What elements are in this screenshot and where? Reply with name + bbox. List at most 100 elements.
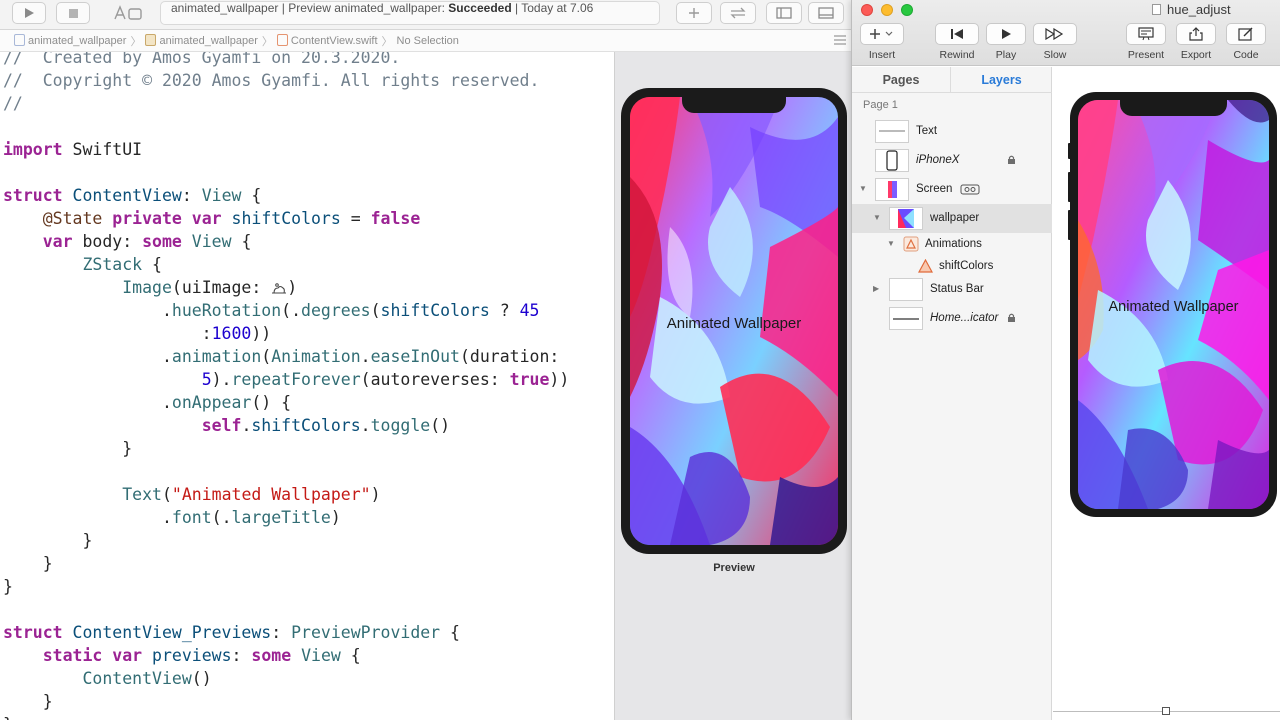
image-literal-icon — [272, 283, 287, 294]
insert-tool[interactable]: Insert — [859, 23, 905, 61]
disclosure-triangle-icon[interactable]: ▼ — [859, 184, 867, 193]
run-button[interactable] — [12, 2, 46, 24]
layer-name: Screen — [916, 183, 953, 195]
sketch-window: hue_adjust Insert Rewind Play Slow Prese… — [851, 0, 1280, 720]
resize-handle[interactable] — [1162, 707, 1170, 715]
minimize-window-button[interactable] — [881, 4, 893, 16]
layer-row-selected[interactable]: ▼ wallpaper — [852, 204, 1052, 233]
layer-thumbnail — [875, 178, 909, 201]
status-result: Succeeded — [448, 1, 512, 15]
layer-name: Animations — [925, 238, 982, 250]
play-button[interactable] — [986, 23, 1026, 45]
lock-icon[interactable] — [1007, 155, 1016, 164]
disclosure-triangle-icon[interactable]: ▼ — [887, 239, 895, 248]
layer-thumbnail — [875, 120, 909, 143]
export-tool[interactable]: Export — [1175, 23, 1217, 61]
tab-layers[interactable]: Layers — [952, 67, 1051, 93]
present-icon — [1138, 27, 1154, 41]
chevron-right-icon: 〉 — [261, 35, 273, 48]
tab-pages[interactable]: Pages — [852, 67, 951, 93]
code-button[interactable] — [1226, 23, 1266, 45]
play-tool[interactable]: Play — [985, 23, 1027, 61]
preview-screen[interactable]: Animated Wallpaper — [630, 97, 838, 545]
iphone-preview-device: Animated Wallpaper — [621, 88, 847, 554]
animations-group-icon — [903, 236, 919, 252]
layer-row[interactable]: Home...icator — [852, 304, 1052, 333]
swift-file-icon — [276, 34, 288, 46]
sketch-canvas[interactable]: Animated Wallpaper — [1053, 67, 1280, 720]
skip-back-icon — [951, 29, 963, 39]
layer-name: Text — [916, 125, 938, 137]
activity-status: animated_wallpaper | Preview animated_wa… — [160, 1, 660, 25]
stop-button[interactable] — [56, 2, 90, 24]
preview-label: Preview — [713, 562, 755, 574]
panel-tabs: Pages Layers — [852, 67, 1052, 93]
jump-bar-label: ContentView.swift — [290, 35, 378, 47]
layer-row[interactable]: ▼ Screen — [852, 175, 1052, 204]
artboard-screen[interactable]: Animated Wallpaper — [1078, 100, 1269, 509]
app-icon — [114, 5, 142, 20]
present-tool[interactable]: Present — [1125, 23, 1167, 61]
play-label: Play — [995, 49, 1017, 61]
scheme-selector[interactable] — [100, 2, 156, 24]
xcode-toolbar: animated_wallpaper | Preview animated_wa… — [0, 0, 852, 30]
desktop: animated_wallpaper | Preview animated_wa… — [0, 0, 1280, 720]
layer-name: Home...icator — [930, 312, 999, 324]
export-button[interactable] — [1176, 23, 1216, 45]
present-button[interactable] — [1126, 23, 1166, 45]
xcode-window: animated_wallpaper | Preview animated_wa… — [0, 0, 852, 720]
preview-overlay-text: Animated Wallpaper — [666, 315, 802, 332]
device-notch — [682, 97, 786, 113]
document-icon — [1152, 4, 1161, 15]
stop-icon — [68, 8, 78, 18]
folder-icon — [145, 34, 157, 46]
close-window-button[interactable] — [861, 4, 873, 16]
source-code[interactable]: // Created by Amos Gyamfi on 20.3.2020. … — [3, 52, 569, 720]
code-review-button[interactable] — [720, 2, 756, 24]
layer-row[interactable]: Text — [852, 117, 1052, 146]
layer-thumbnail — [889, 278, 923, 301]
slow-motion-icon — [1045, 28, 1064, 40]
jump-bar-group[interactable]: animated_wallpaper — [145, 34, 258, 47]
jump-bar-symbol[interactable]: No Selection — [397, 35, 459, 47]
library-button[interactable] — [676, 2, 712, 24]
slow-button[interactable] — [1033, 23, 1077, 45]
plus-icon — [689, 8, 699, 18]
code-tool[interactable]: Code — [1225, 23, 1267, 61]
toggle-debug-button[interactable] — [808, 2, 844, 24]
swap-arrows-icon — [730, 7, 746, 19]
zoom-window-button[interactable] — [901, 4, 913, 16]
layer-row[interactable]: ▶ Status Bar — [852, 275, 1052, 304]
jump-bar-project[interactable]: animated_wallpaper — [14, 34, 126, 47]
share-icon — [1189, 27, 1203, 41]
status-action: Preview animated_wallpaper: — [288, 1, 445, 15]
code-editor[interactable]: // Created by Amos Gyamfi on 20.3.2020. … — [0, 52, 614, 720]
list-icon[interactable] — [833, 34, 847, 49]
insert-button[interactable] — [860, 23, 904, 45]
layer-thumbnail — [875, 149, 909, 172]
slow-label: Slow — [1043, 49, 1067, 61]
preview-canvas[interactable]: Animated Wallpaper Preview — [614, 52, 852, 720]
canvas-overlay-text: Animated Wallpaper — [1108, 299, 1239, 315]
disclosure-triangle-icon[interactable]: ▼ — [873, 213, 881, 222]
code-label: Code — [1233, 49, 1259, 61]
plus-icon — [870, 29, 893, 39]
rewind-button[interactable] — [935, 23, 979, 45]
rewind-tool[interactable]: Rewind — [935, 23, 979, 61]
jump-bar-label: animated_wallpaper — [28, 35, 127, 47]
disclosure-triangle-right-icon[interactable]: ▶ — [873, 284, 879, 293]
jump-bar-file[interactable]: ContentView.swift — [276, 34, 378, 47]
page-name[interactable]: Page 1 — [863, 99, 898, 111]
sketch-toolbar: hue_adjust Insert Rewind Play Slow Prese… — [852, 0, 1280, 66]
play-icon — [25, 8, 34, 18]
layer-row[interactable]: iPhoneX — [852, 146, 1052, 175]
layers-panel: Pages Layers Page 1 Text iPhoneX ▼ Scree… — [852, 67, 1052, 720]
insert-label: Insert — [868, 49, 896, 61]
toggle-navigator-button[interactable] — [766, 2, 802, 24]
edit-code-icon — [1238, 27, 1253, 41]
slow-tool[interactable]: Slow — [1033, 23, 1077, 61]
animation-triangle-icon — [918, 259, 933, 273]
sidebar-left-icon — [776, 7, 792, 19]
rewind-label: Rewind — [939, 49, 975, 61]
lock-icon[interactable] — [1007, 313, 1016, 322]
